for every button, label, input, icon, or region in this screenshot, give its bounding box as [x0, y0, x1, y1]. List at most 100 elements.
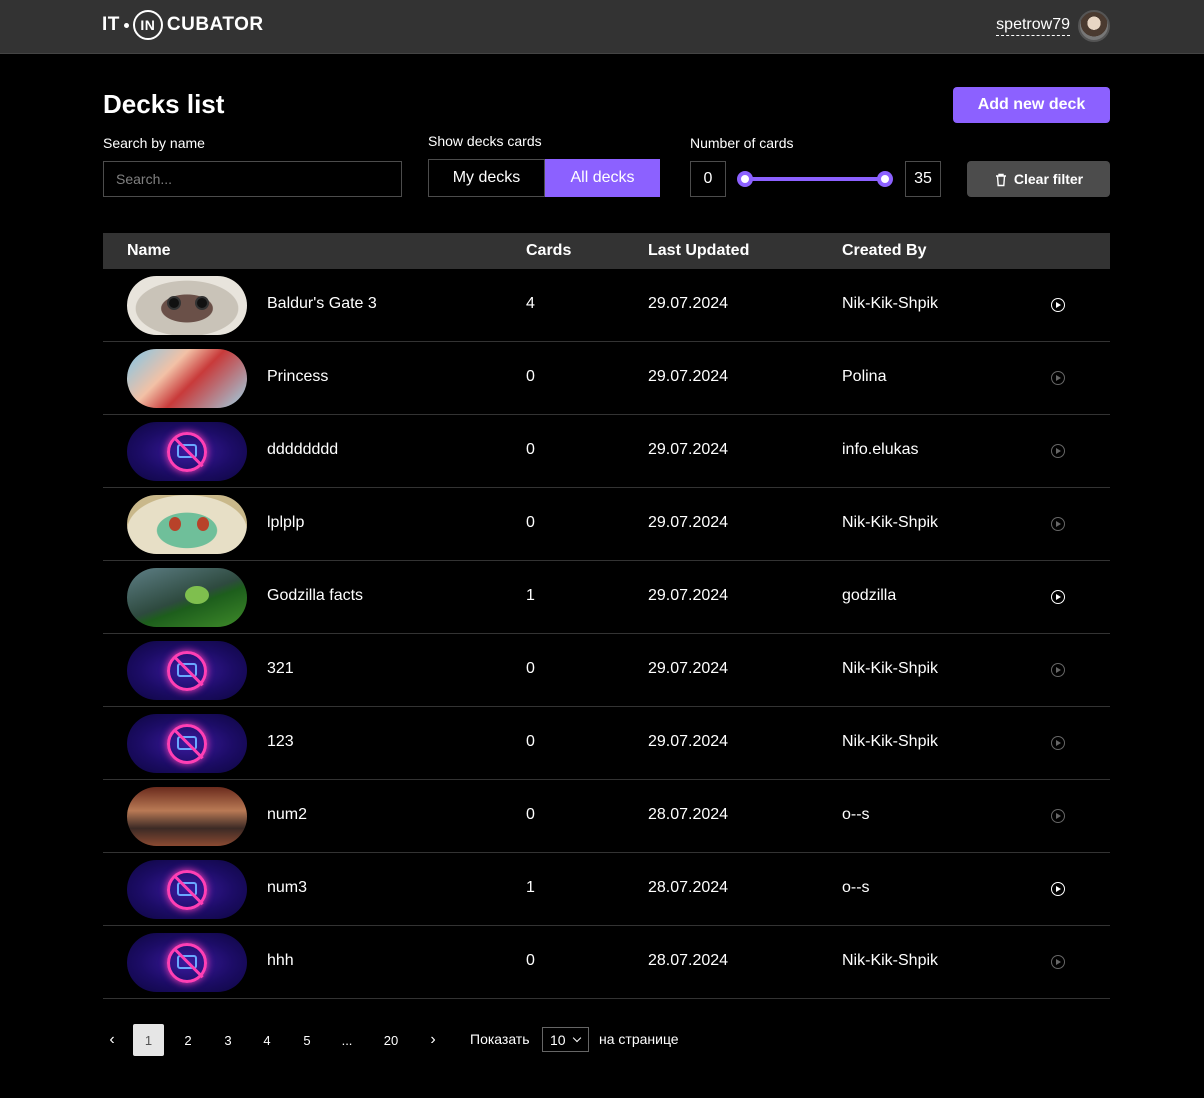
deck-card-count: 1	[526, 879, 535, 896]
table-row[interactable]: dddddddd 0 29.07.2024 info.elukas	[103, 415, 1110, 488]
clear-filter-label: Clear filter	[1013, 171, 1084, 187]
deck-cover-image	[127, 568, 247, 627]
range-min-value: 0	[690, 161, 726, 197]
user-menu[interactable]: spetrow79	[996, 10, 1110, 42]
deck-created-by: Nik-Kik-Shpik	[842, 733, 939, 750]
per-page-suffix: на странице	[599, 1031, 679, 1047]
add-new-deck-button[interactable]: Add new deck	[953, 87, 1110, 123]
tab-my-decks[interactable]: My decks	[428, 159, 545, 197]
deck-name[interactable]: 321	[267, 660, 294, 678]
logo[interactable]: IT IN CUBATOR	[102, 10, 264, 40]
deck-last-updated: 29.07.2024	[648, 660, 729, 677]
table-row[interactable]: hhh 0 28.07.2024 Nik-Kik-Shpik	[103, 926, 1110, 999]
next-page-button[interactable]: ›	[418, 1024, 448, 1056]
deck-last-updated: 29.07.2024	[648, 733, 729, 750]
play-icon[interactable]	[1051, 663, 1065, 677]
page-button-4[interactable]: 4	[252, 1024, 282, 1056]
deck-card-count: 1	[526, 587, 535, 604]
trash-icon	[995, 173, 1006, 186]
page-ellipsis: ...	[341, 1032, 353, 1048]
table-row[interactable]: lplplp 0 29.07.2024 Nik-Kik-Shpik	[103, 488, 1110, 561]
deck-created-by: Nik-Kik-Shpik	[842, 514, 939, 531]
deck-tabs: My decks All decks	[428, 159, 660, 197]
deck-created-by: godzilla	[842, 587, 897, 604]
play-icon[interactable]	[1051, 444, 1065, 458]
table-row[interactable]: Baldur's Gate 3 4 29.07.2024 Nik-Kik-Shpik	[103, 269, 1110, 342]
page-button-3[interactable]: 3	[213, 1024, 243, 1056]
deck-card-count: 0	[526, 514, 535, 531]
deck-name[interactable]: hhh	[267, 952, 294, 970]
deck-card-count: 0	[526, 441, 535, 458]
clear-filter-button[interactable]: Clear filter	[967, 161, 1110, 197]
logo-text-left: IT	[102, 14, 120, 35]
range-slider-track[interactable]	[745, 177, 885, 181]
table-row[interactable]: 123 0 29.07.2024 Nik-Kik-Shpik	[103, 707, 1110, 780]
play-icon[interactable]	[1051, 590, 1065, 604]
deck-name[interactable]: Baldur's Gate 3	[267, 295, 377, 313]
per-page-select[interactable]: 10	[542, 1027, 589, 1052]
deck-cover-image	[127, 933, 247, 992]
play-icon[interactable]	[1051, 809, 1065, 823]
deck-name[interactable]: lplplp	[267, 514, 304, 532]
page-button-20[interactable]: 20	[376, 1024, 406, 1056]
deck-cover-image	[127, 787, 247, 846]
page-title: Decks list	[103, 89, 225, 119]
deck-last-updated: 29.07.2024	[648, 587, 729, 604]
deck-created-by: Nik-Kik-Shpik	[842, 295, 939, 312]
range-slider-min-handle[interactable]	[737, 171, 753, 187]
per-page-value: 10	[550, 1031, 566, 1048]
column-header-cards[interactable]: Cards	[526, 242, 571, 260]
avatar[interactable]	[1078, 10, 1110, 42]
logo-ring: IN	[132, 10, 163, 40]
search-input[interactable]	[103, 161, 402, 197]
prev-page-button[interactable]: ‹	[97, 1024, 127, 1056]
deck-card-count: 0	[526, 806, 535, 823]
deck-name[interactable]: Godzilla facts	[267, 587, 363, 605]
deck-created-by: info.elukas	[842, 441, 919, 458]
deck-card-count: 0	[526, 660, 535, 677]
deck-cover-image	[127, 860, 247, 919]
range-slider-max-handle[interactable]	[877, 171, 893, 187]
deck-cover-image	[127, 422, 247, 481]
page-button-2[interactable]: 2	[173, 1024, 203, 1056]
deck-name[interactable]: 123	[267, 733, 294, 751]
deck-name[interactable]: num2	[267, 806, 307, 824]
play-icon[interactable]	[1051, 517, 1065, 531]
column-header-created-by[interactable]: Created By	[842, 242, 926, 260]
table-row[interactable]: num2 0 28.07.2024 o--s	[103, 780, 1110, 853]
table-row[interactable]: Godzilla facts 1 29.07.2024 godzilla	[103, 561, 1110, 634]
deck-name[interactable]: Princess	[267, 368, 328, 386]
deck-cover-image	[127, 276, 247, 335]
deck-cover-image	[127, 349, 247, 408]
deck-cover-image	[127, 714, 247, 773]
logo-dot	[123, 22, 129, 28]
deck-created-by: Nik-Kik-Shpik	[842, 660, 939, 677]
deck-created-by: Nik-Kik-Shpik	[842, 952, 939, 969]
show-per-page-label: Показать	[470, 1031, 530, 1047]
number-of-cards-label: Number of cards	[690, 135, 794, 151]
deck-last-updated: 28.07.2024	[648, 952, 729, 969]
deck-last-updated: 28.07.2024	[648, 879, 729, 896]
play-icon[interactable]	[1051, 955, 1065, 969]
chevron-down-icon	[572, 1033, 581, 1042]
play-icon[interactable]	[1051, 371, 1065, 385]
username[interactable]: spetrow79	[996, 16, 1070, 36]
page-button-1[interactable]: 1	[133, 1024, 164, 1056]
play-icon[interactable]	[1051, 298, 1065, 312]
play-icon[interactable]	[1051, 736, 1065, 750]
table-header: Name Cards Last Updated Created By	[103, 233, 1110, 269]
table-row[interactable]: num3 1 28.07.2024 o--s	[103, 853, 1110, 926]
deck-name[interactable]: num3	[267, 879, 307, 897]
column-header-name[interactable]: Name	[127, 242, 171, 260]
deck-last-updated: 29.07.2024	[648, 295, 729, 312]
deck-name[interactable]: dddddddd	[267, 441, 338, 459]
show-decks-label: Show decks cards	[428, 133, 542, 149]
page-button-5[interactable]: 5	[292, 1024, 322, 1056]
play-icon[interactable]	[1051, 882, 1065, 896]
deck-cover-image	[127, 641, 247, 700]
deck-card-count: 0	[526, 733, 535, 750]
column-header-last-updated[interactable]: Last Updated	[648, 242, 749, 260]
table-row[interactable]: 321 0 29.07.2024 Nik-Kik-Shpik	[103, 634, 1110, 707]
tab-all-decks[interactable]: All decks	[545, 159, 660, 197]
table-row[interactable]: Princess 0 29.07.2024 Polina	[103, 342, 1110, 415]
